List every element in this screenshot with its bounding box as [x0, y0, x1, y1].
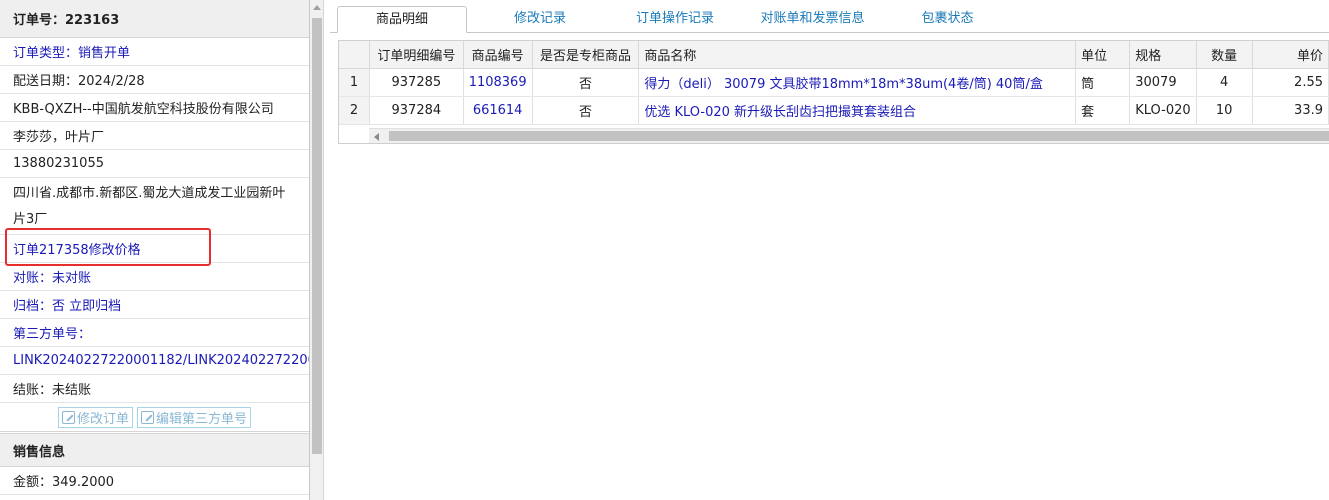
quantity-cell: 4	[1196, 68, 1253, 97]
header-rownum	[339, 41, 370, 69]
scroll-thumb[interactable]	[312, 18, 322, 454]
tab-bar: 商品明细 修改记录 订单操作记录 对账单和发票信息 包裹状态	[330, 0, 1329, 33]
unit-cell: 筒	[1075, 68, 1131, 97]
tab-package-status[interactable]: 包裹状态	[890, 6, 1005, 33]
header-detail-id[interactable]: 订单明细编号	[369, 41, 464, 69]
customer-name: KBB-QXZH--中国航发航空科技股份有限公司	[13, 102, 274, 117]
order-actions: 修改订单 编辑第三方单号	[0, 403, 309, 432]
unit-price-cell: 2.55	[1252, 68, 1329, 97]
row-number: 2	[339, 96, 370, 125]
unit-cell: 套	[1075, 96, 1131, 125]
sales-info-title: 销售信息	[0, 433, 309, 467]
product-table: 订单明细编号 商品编号 是否是专柜商品 商品名称 单位 规格 数量 单价 1 9…	[339, 41, 1329, 125]
scroll-up-icon[interactable]	[313, 5, 321, 10]
product-name-link[interactable]: 优选 KLO-020 新升级长刮齿扫把撮箕套装组合	[638, 96, 1077, 125]
header-unit[interactable]: 单位	[1075, 41, 1131, 69]
settle-status: 结账：未结账	[13, 383, 92, 398]
product-name-link[interactable]: 得力（deli） 30079 文具胶带18mm*18m*38um(4卷/筒) 4…	[638, 68, 1077, 97]
spec-cell: 30079	[1129, 68, 1197, 97]
header-spec[interactable]: 规格	[1129, 41, 1197, 69]
header-quantity[interactable]: 数量	[1196, 41, 1253, 69]
third-party-number[interactable]: LINK20240227220001182/LINK20240227220001…	[13, 353, 309, 368]
row-number: 1	[339, 68, 370, 97]
contact-name: 李莎莎，叶片厂	[13, 130, 105, 145]
header-product-name[interactable]: 商品名称	[638, 41, 1077, 69]
edit-third-party-button[interactable]: 编辑第三方单号	[137, 406, 252, 428]
detail-id-cell: 937284	[369, 96, 464, 125]
detail-panel: 商品明细 修改记录 订单操作记录 对账单和发票信息 包裹状态 订单明细编号 商品…	[330, 0, 1329, 500]
delivery-date: 配送日期：2024/2/28	[13, 74, 145, 89]
spec-cell: KLO-020	[1129, 96, 1197, 125]
header-unit-price[interactable]: 单价	[1252, 41, 1329, 69]
product-code-link[interactable]: 1108369	[463, 68, 533, 97]
tab-operation-records[interactable]: 订单操作记录	[615, 6, 735, 33]
grid-horizontal-scrollbar[interactable]	[369, 128, 1329, 143]
product-grid: 订单明细编号 商品编号 是否是专柜商品 商品名称 单位 规格 数量 单价 1 9…	[338, 40, 1329, 144]
tab-modify-records[interactable]: 修改记录	[480, 6, 600, 33]
scroll-left-icon[interactable]	[374, 133, 379, 141]
order-info-panel: 订单号：223163 订单类型：销售开单 配送日期：2024/2/28 KBB-…	[0, 0, 310, 500]
contact-phone: 13880231055	[13, 156, 104, 171]
delivery-address: 四川省.成都市.新都区.蜀龙大道成发工业园新叶片3厂	[13, 186, 286, 227]
edit-icon	[61, 410, 75, 424]
counter-flag-cell: 否	[532, 68, 640, 97]
table-header-row: 订单明细编号 商品编号 是否是专柜商品 商品名称 单位 规格 数量 单价	[339, 41, 1329, 69]
table-row[interactable]: 2 937284 661614 否 优选 KLO-020 新升级长刮齿扫把撮箕套…	[339, 96, 1329, 125]
edit-icon	[141, 410, 154, 424]
order-type[interactable]: 订单类型：销售开单	[13, 42, 130, 61]
table-row[interactable]: 1 937285 1108369 否 得力（deli） 30079 文具胶带18…	[339, 68, 1329, 97]
edit-third-party-label: 编辑第三方单号	[156, 411, 248, 427]
header-product-code[interactable]: 商品编号	[463, 41, 533, 69]
tab-product-details[interactable]: 商品明细	[337, 6, 467, 33]
tab-statement-invoice[interactable]: 对账单和发票信息	[745, 6, 880, 33]
header-counter-flag[interactable]: 是否是专柜商品	[532, 41, 640, 69]
modify-order-button[interactable]: 修改订单	[57, 406, 133, 428]
scroll-thumb[interactable]	[389, 131, 1329, 141]
highlight-annotation	[5, 228, 211, 266]
sales-amount: 金额：349.2000	[13, 475, 115, 490]
order-number: 订单号：223163	[0, 0, 309, 38]
modify-order-label: 修改订单	[76, 411, 129, 427]
detail-id-cell: 937285	[369, 68, 464, 97]
counter-flag-cell: 否	[532, 96, 640, 125]
archive-label: 归档：	[13, 299, 53, 314]
product-code-link[interactable]: 661614	[463, 96, 533, 125]
reconcile-status[interactable]: 对账：未对账	[13, 267, 91, 286]
left-panel-scrollbar[interactable]	[310, 0, 324, 500]
third-party-label: 第三方单号：	[13, 327, 92, 342]
archive-now-link[interactable]: 否 立即归档	[52, 295, 121, 314]
unit-price-cell: 33.9	[1252, 96, 1329, 125]
quantity-cell: 10	[1196, 96, 1253, 125]
